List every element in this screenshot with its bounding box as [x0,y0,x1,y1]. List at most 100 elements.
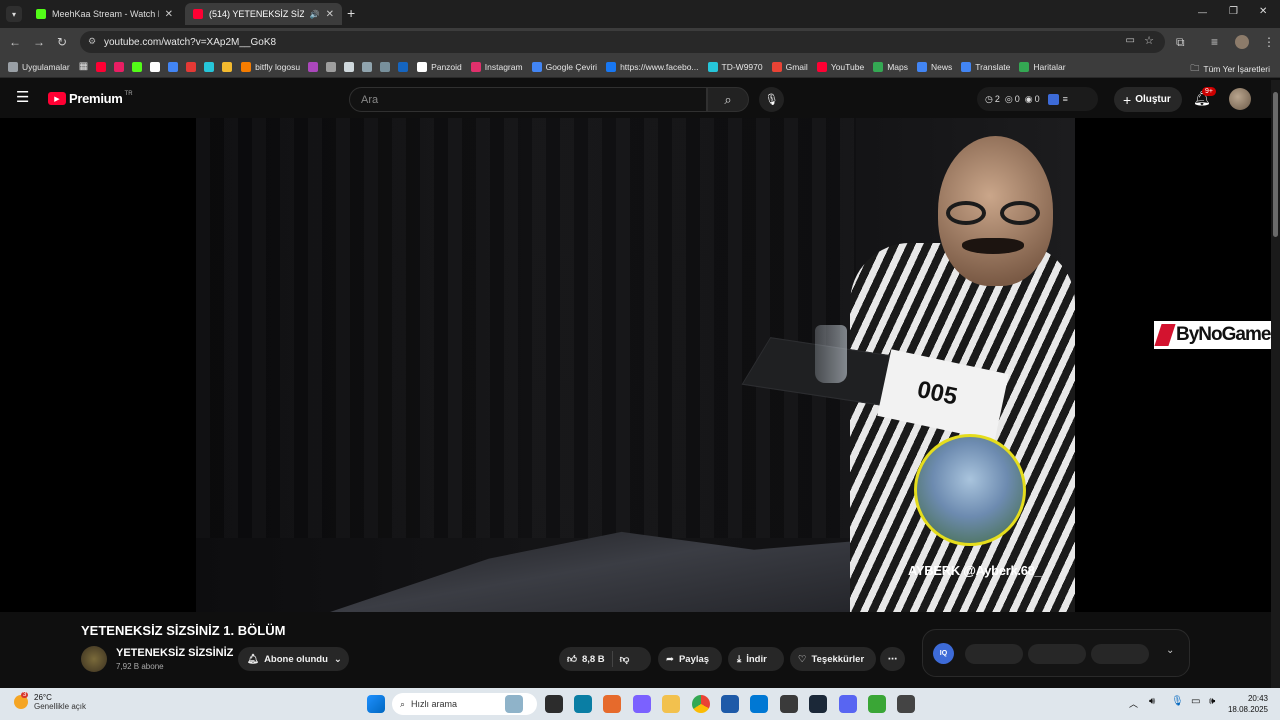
subscribed-button[interactable]: 🔔︎ Abone olundu ⌄ [238,647,349,671]
bookmark-item[interactable]: Gmail [771,61,808,72]
bookmark-item[interactable] [132,61,143,72]
bookmark-item[interactable]: Haritalar [1019,61,1066,72]
site-info-icon[interactable]: ⚙ [88,36,96,47]
tab-close-icon[interactable]: ✕ [326,9,334,20]
thumbs-down-icon[interactable]: 👎︎ [620,653,630,665]
bookmark-item[interactable]: Panzoid [417,61,462,72]
bookmark-item[interactable]: TD-W9970 [707,61,763,72]
channel-name[interactable]: YETENEKSİZ SİZSİNİZ [116,647,233,659]
bookmark-item[interactable]: Google Çeviri [531,61,597,72]
outlook-icon[interactable] [750,695,768,713]
reload-icon[interactable]: ↻ [57,35,67,49]
extension-counters[interactable]: ◷ 2 ◎ 0 ◉ 0 ≡ [977,87,1098,111]
volume-tray-icon[interactable]: 🕪︎ [1209,696,1215,707]
voice-search-button[interactable]: 🎙 [759,87,784,112]
network-tray-icon[interactable]: ▭ [1191,696,1200,707]
address-bar[interactable]: ⚙ youtube.com/watch?v=XAp2M__GoK8 ▭ ☆ [80,31,1165,53]
copilot-icon[interactable] [633,695,651,713]
speaker-icon[interactable]: 🔊 [310,10,320,19]
bookmark-item[interactable]: Instagram [470,61,523,72]
chevron-down-icon[interactable]: ⌄ [1166,645,1174,656]
bookmark-item[interactable] [398,61,409,72]
search-highlight-icon[interactable] [505,695,523,713]
search-button[interactable]: ⌕ [707,87,749,112]
bookmark-item[interactable]: News [917,61,952,72]
task-view-icon[interactable] [545,695,563,713]
tab-meehkaa[interactable]: MeehKaa Stream - Watch Live o ✕ [28,3,181,25]
bookmark-item[interactable] [96,61,107,72]
profile-avatar[interactable] [1235,35,1249,49]
tab-search-button[interactable]: ▾ [6,6,22,22]
channel-avatar[interactable] [81,646,107,672]
edge-icon[interactable] [574,695,592,713]
bookmark-item[interactable] [150,61,161,72]
page-scrollbar[interactable] [1271,80,1280,688]
notifications-button[interactable]: 🔔︎ 9+ [1193,87,1216,108]
download-button[interactable]: ⤓ İndir [728,647,784,671]
bookmark-item[interactable] [114,61,125,72]
tray-overflow-icon[interactable]: ︿ [1129,697,1138,710]
bookmark-apps[interactable]: Uygulamalar [8,61,70,72]
close-window-button[interactable]: ✕ [1259,6,1267,17]
grid-icon[interactable]: ▦ [79,61,88,72]
bookmark-item[interactable] [326,61,337,72]
iq-slot[interactable] [1028,644,1086,664]
create-button[interactable]: + Oluştur [1114,87,1182,112]
bookmark-item[interactable]: https://www.facebo... [606,61,699,72]
speaker-tray-icon[interactable]: 🔊︎ [1149,696,1155,707]
hamburger-menu-icon[interactable]: ☰ [16,90,29,105]
bookmark-star-icon[interactable]: ☆ [1144,34,1154,47]
bookmark-item[interactable] [362,61,373,72]
create-label: Oluştur [1135,94,1171,105]
discord-icon[interactable] [839,695,857,713]
epic-games-icon[interactable] [780,695,798,713]
chrome-icon[interactable] [692,695,710,713]
extensions-icon[interactable]: ⧉ [1176,35,1185,49]
bookmark-item[interactable] [186,61,197,72]
media-controls-icon[interactable]: ≡ [1211,35,1218,49]
firefox-icon[interactable] [603,695,621,713]
iq-slot[interactable] [965,644,1023,664]
forward-icon[interactable]: → [33,35,45,49]
thanks-button[interactable]: ♡ Teşekkürler [790,647,876,671]
tab-close-icon[interactable]: ✕ [165,9,173,20]
bookmark-item[interactable] [344,61,355,72]
clock[interactable]: 20:43 18.08.2025 [1224,693,1268,715]
bookmark-item[interactable] [308,61,319,72]
bookmark-list: bitfly logosu Panzoid Instagram Google Çevi… [88,61,1066,72]
bookmark-item[interactable] [222,61,233,72]
iq-logo-icon[interactable]: IQ [933,643,954,664]
mic-tray-icon[interactable]: 🎙︎ [1171,696,1184,707]
iq-slot[interactable] [1091,644,1149,664]
youtube-premium-logo[interactable]: ▶ Premium TR [48,91,133,106]
bookmark-item[interactable]: Maps [873,61,908,72]
restore-button[interactable]: ❐ [1229,6,1238,17]
search-icon: ⌕ [724,91,732,107]
account-avatar[interactable] [1229,88,1251,110]
search-input[interactable]: Ara [349,87,707,112]
video-player[interactable]: 005 AYBERK @Ayberk.68_ ByNoGame [0,118,1271,612]
all-bookmarks[interactable]: 🗀 Tüm Yer İşaretleri [1190,61,1270,77]
share-button[interactable]: ➦ Paylaş [658,647,722,671]
bookmark-item[interactable] [204,61,215,72]
obs-icon[interactable] [897,695,915,713]
bookmark-item[interactable]: YouTube [816,61,864,72]
bookmark-item[interactable]: Translate [961,61,1010,72]
minimize-button[interactable]: — [1198,7,1207,17]
weather-widget[interactable]: 3 26°C Genellikle açık [14,692,86,711]
file-explorer-icon[interactable] [662,695,680,713]
windows-start-icon[interactable] [367,695,385,713]
like-button[interactable]: 👍︎ 8,8 B [559,653,605,666]
minecraft-icon[interactable] [868,695,886,713]
menu-kebab-icon[interactable]: ⋮ [1263,35,1275,49]
cast-icon[interactable]: ▭ [1126,35,1135,46]
more-actions-button[interactable]: ⋯ [880,647,905,671]
steam-icon[interactable] [809,695,827,713]
bookmark-item[interactable]: bitfly logosu [241,61,300,72]
tab-youtube-active[interactable]: (514) YETENEKSİZ SİZSİNİZ 🔊 ✕ [185,3,342,25]
bookmark-item[interactable] [168,61,179,72]
new-tab-button[interactable]: + [347,5,355,21]
store-icon[interactable] [721,695,739,713]
back-icon[interactable]: ← [9,35,21,49]
bookmark-item[interactable] [380,61,391,72]
